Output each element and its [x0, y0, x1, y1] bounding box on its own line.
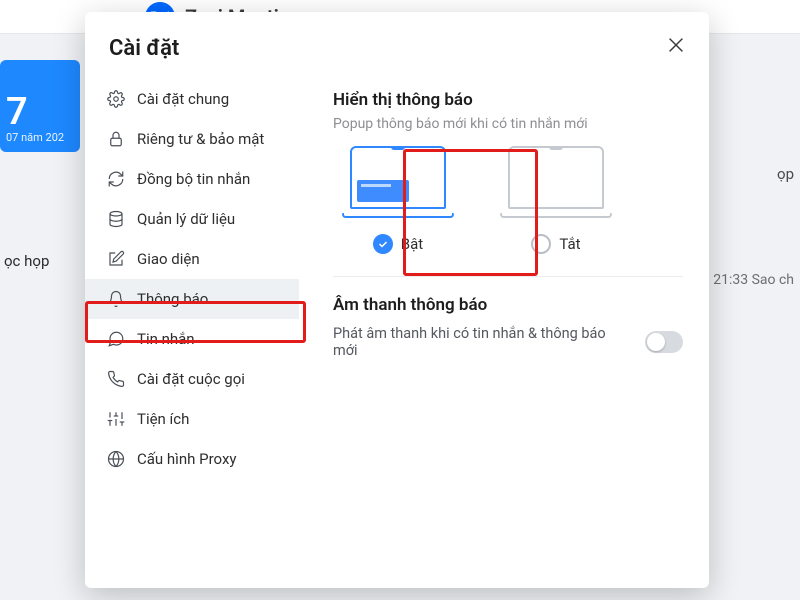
settings-nav: Cài đặt chung Riêng tư & bảo mật Đồng bộ… [85, 79, 299, 479]
display-options: Bật Tắt [333, 146, 683, 254]
bg-text-right-2: 21:33 Sao ch [713, 272, 794, 288]
laptop-preview-on [342, 146, 454, 220]
sidebar-item-appearance[interactable]: Giao diện [85, 239, 299, 279]
bg-date-text: 07 năm 202 [6, 131, 74, 144]
sidebar-item-label: Tiện ích [137, 410, 189, 428]
sidebar-item-label: Cài đặt cuộc gọi [137, 370, 245, 388]
sidebar-item-sync[interactable]: Đồng bộ tin nhắn [85, 159, 299, 199]
bell-icon [107, 290, 125, 308]
radio-on[interactable] [373, 234, 393, 254]
sound-toggle[interactable] [645, 331, 683, 353]
sidebar-item-data[interactable]: Quản lý dữ liệu [85, 199, 299, 239]
close-button[interactable] [665, 34, 687, 56]
option-on-label: Bật [401, 235, 423, 253]
bg-text-right-1: ọp [777, 165, 794, 183]
sidebar-item-label: Giao diện [137, 250, 200, 268]
database-icon [107, 210, 125, 228]
sound-section-title: Âm thanh thông báo [333, 295, 683, 315]
radio-off[interactable] [531, 234, 551, 254]
sidebar-item-label: Cài đặt chung [137, 90, 229, 108]
sidebar-item-label: Cấu hình Proxy [137, 450, 237, 468]
sync-icon [107, 170, 125, 188]
sidebar-item-label: Quản lý dữ liệu [137, 210, 235, 228]
bg-text-left: ọc họp [4, 252, 49, 270]
settings-sidebar: Cài đặt Cài đặt chung Riêng tư & bảo mật… [85, 12, 303, 588]
edit-icon [107, 250, 125, 268]
gear-icon [107, 90, 125, 108]
lock-icon [107, 130, 125, 148]
option-off-label: Tắt [559, 235, 580, 253]
sidebar-item-util[interactable]: Tiện ích [85, 399, 299, 439]
laptop-preview-off [500, 146, 612, 220]
toast-preview-icon [357, 180, 409, 202]
sidebar-item-proxy[interactable]: Cấu hình Proxy [85, 439, 299, 479]
settings-modal: Cài đặt Cài đặt chung Riêng tư & bảo mật… [85, 12, 709, 588]
display-option-on[interactable]: Bật [333, 146, 463, 254]
close-icon [665, 34, 687, 56]
settings-title: Cài đặt [85, 30, 299, 79]
sidebar-item-label: Đồng bộ tin nhắn [137, 170, 250, 188]
display-option-off[interactable]: Tắt [491, 146, 621, 254]
sidebar-item-notify[interactable]: Thông báo [85, 279, 299, 319]
bg-day-number: 7 [6, 93, 74, 131]
globe-icon [107, 450, 125, 468]
display-section-title: Hiển thị thông báo [333, 90, 683, 110]
phone-icon [107, 370, 125, 388]
sliders-icon [107, 410, 125, 428]
sidebar-item-label: Thông báo [137, 290, 208, 308]
sidebar-item-privacy[interactable]: Riêng tư & bảo mật [85, 119, 299, 159]
sidebar-item-message[interactable]: Tin nhắn [85, 319, 299, 359]
bg-date-card: 7 07 năm 202 [0, 60, 80, 152]
display-section-subtitle: Popup thông báo mới khi có tin nhắn mới [333, 116, 683, 132]
sound-section-desc: Phát âm thanh khi có tin nhắn & thông bá… [333, 325, 633, 359]
message-icon [107, 330, 125, 348]
sidebar-item-general[interactable]: Cài đặt chung [85, 79, 299, 119]
settings-content: Hiển thị thông báo Popup thông báo mới k… [303, 12, 709, 588]
sidebar-item-label: Tin nhắn [137, 330, 195, 348]
sidebar-item-label: Riêng tư & bảo mật [137, 130, 264, 148]
divider [333, 276, 683, 277]
sidebar-item-call[interactable]: Cài đặt cuộc gọi [85, 359, 299, 399]
